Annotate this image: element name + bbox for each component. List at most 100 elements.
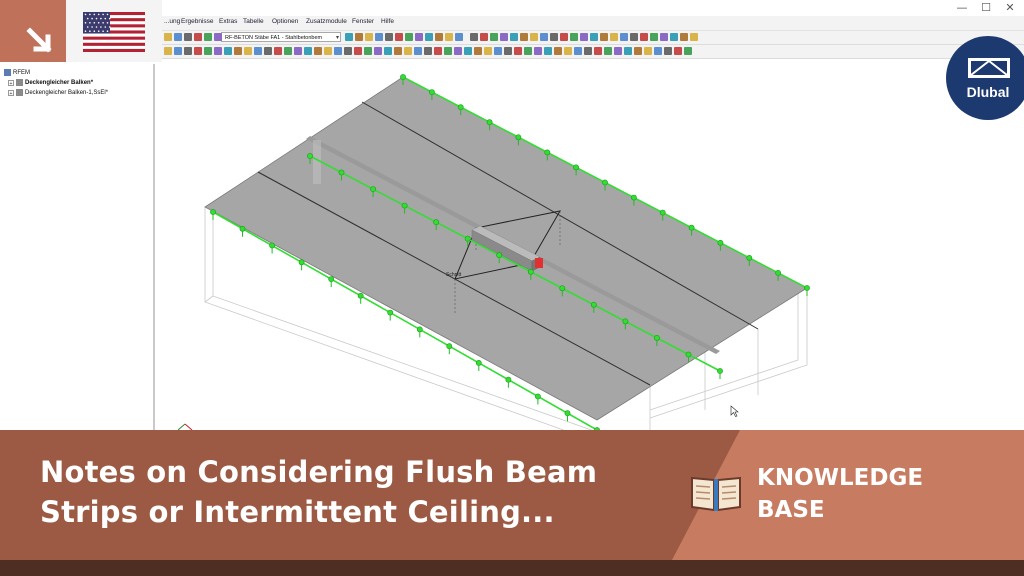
toolbar-button[interactable] (554, 47, 562, 55)
support-node[interactable] (464, 235, 471, 242)
toolbar-button[interactable] (164, 33, 172, 41)
support-node[interactable] (573, 164, 579, 171)
toolbar-button[interactable] (470, 33, 478, 41)
toolbar-button[interactable] (194, 47, 202, 55)
toolbar-button[interactable] (640, 33, 648, 41)
support-node[interactable] (746, 254, 753, 261)
support-node[interactable] (602, 179, 608, 186)
toolbar-button[interactable] (184, 33, 192, 41)
toolbar-button[interactable] (294, 47, 302, 55)
toolbar-button[interactable] (500, 33, 508, 41)
toolbar-button[interactable] (364, 47, 372, 55)
support-node[interactable] (401, 202, 408, 209)
close-button[interactable]: ✕ (998, 0, 1022, 16)
toolbar-button[interactable] (544, 47, 552, 55)
dlubal-logo[interactable]: Dlubal (946, 36, 1024, 120)
support-node[interactable] (527, 268, 534, 275)
structural-model[interactable]: Schnitt (156, 64, 1024, 430)
toolbar-button[interactable] (234, 47, 242, 55)
toolbar-button[interactable] (405, 33, 413, 41)
support-node[interactable] (505, 376, 512, 383)
toolbar-button[interactable] (184, 47, 192, 55)
toolbar-button[interactable] (355, 33, 363, 41)
support-node[interactable] (428, 89, 435, 95)
support-node[interactable] (387, 309, 394, 316)
toolbar-button[interactable] (480, 33, 488, 41)
toolbar-button[interactable] (674, 47, 682, 55)
toolbar-button[interactable] (634, 47, 642, 55)
toolbar-button[interactable] (244, 47, 252, 55)
toolbar-button[interactable] (395, 33, 403, 41)
toolbar-button[interactable] (354, 47, 362, 55)
support-node[interactable] (357, 292, 364, 299)
support-node[interactable] (338, 169, 345, 176)
navigator-item-model-1[interactable]: + Deckengleicher Balken* (8, 79, 93, 87)
support-node[interactable] (590, 301, 597, 308)
support-node[interactable] (496, 252, 503, 259)
toolbar-button[interactable] (520, 33, 528, 41)
toolbar-button[interactable] (164, 47, 172, 55)
toolbar-button[interactable] (560, 33, 568, 41)
support-node[interactable] (446, 343, 453, 350)
support-node[interactable] (239, 225, 246, 232)
toolbar-button[interactable] (564, 47, 572, 55)
menu-item-zusatzmodule[interactable]: Zusatzmodule (306, 18, 347, 25)
toolbar-button[interactable] (654, 47, 662, 55)
toolbar-button[interactable] (644, 47, 652, 55)
toolbar-button[interactable] (524, 47, 532, 55)
toolbar-button[interactable] (254, 47, 262, 55)
toolbar-button[interactable] (415, 33, 423, 41)
toolbar-button[interactable] (620, 33, 628, 41)
toolbar-button[interactable] (490, 33, 498, 41)
toolbar-button[interactable] (610, 33, 618, 41)
toolbar-button[interactable] (660, 33, 668, 41)
support-node[interactable] (515, 134, 522, 141)
toolbar-button[interactable] (345, 33, 353, 41)
toolbar-button[interactable] (375, 33, 383, 41)
toolbar-button[interactable] (385, 33, 393, 41)
support-node[interactable] (717, 239, 724, 246)
toolbar-button[interactable] (274, 47, 282, 55)
toolbar-button[interactable] (374, 47, 382, 55)
support-node[interactable] (416, 326, 423, 333)
support-node[interactable] (804, 285, 810, 291)
support-node[interactable] (654, 334, 660, 341)
toolbar-button[interactable] (570, 33, 578, 41)
support-node[interactable] (564, 410, 571, 417)
toolbar-button[interactable] (174, 47, 182, 55)
toolbar-button[interactable] (214, 47, 222, 55)
menu-item-extras[interactable]: Extras (219, 18, 237, 25)
support-node[interactable] (475, 359, 482, 366)
module-combo[interactable]: RF-BETON Stäbe FA1 - Stahlbetonbem ▾ (221, 32, 341, 42)
toolbar-button[interactable] (454, 47, 462, 55)
toolbar-button[interactable] (464, 47, 472, 55)
toolbar-button[interactable] (264, 47, 272, 55)
toolbar-button[interactable] (630, 33, 638, 41)
toolbar-button[interactable] (650, 33, 658, 41)
support-node[interactable] (370, 186, 376, 192)
toolbar-button[interactable] (604, 47, 612, 55)
support-node[interactable] (298, 259, 305, 266)
toolbar-button[interactable] (334, 47, 342, 55)
support-node[interactable] (775, 269, 781, 276)
toolbar-button[interactable] (204, 47, 212, 55)
toolbar-button[interactable] (670, 33, 678, 41)
toolbar-button[interactable] (504, 47, 512, 55)
toolbar-button[interactable] (435, 33, 443, 41)
toolbar-button[interactable] (580, 33, 588, 41)
minimize-button[interactable]: — (950, 0, 974, 16)
toolbar-button[interactable] (680, 33, 688, 41)
toolbar-button[interactable] (534, 47, 542, 55)
support-node[interactable] (717, 368, 723, 374)
toolbar-button[interactable] (664, 47, 672, 55)
menu-item-fenster[interactable]: Fenster (352, 18, 374, 25)
menu-item-tabelle[interactable]: Tabelle (243, 18, 264, 25)
toolbar-button[interactable] (204, 33, 212, 41)
toolbar-button[interactable] (414, 47, 422, 55)
menu-item-optionen[interactable]: Optionen (272, 18, 298, 25)
toolbar-button[interactable] (690, 33, 698, 41)
expand-icon[interactable]: + (8, 89, 14, 97)
support-node[interactable] (400, 74, 406, 80)
toolbar-button[interactable] (214, 33, 222, 41)
toolbar-button[interactable] (444, 47, 452, 55)
